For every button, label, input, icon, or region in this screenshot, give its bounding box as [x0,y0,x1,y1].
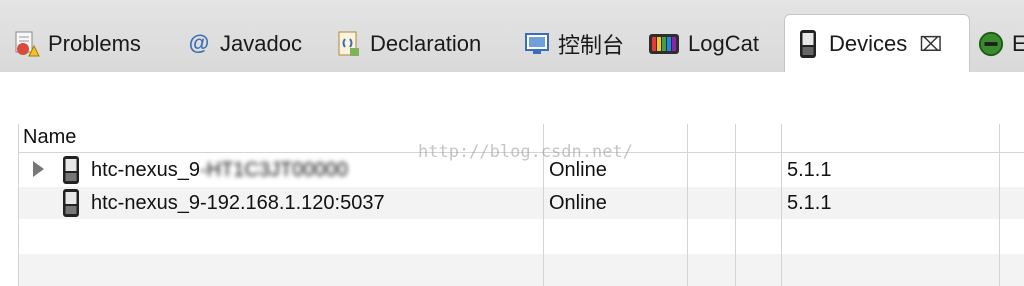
tab-label: 控制台 [558,33,625,58]
at-icon: @ [188,32,210,55]
logcat-icon [648,30,680,58]
device-name: htc-nexus_9-192.168.1.120:5037 [91,192,385,214]
view-tab-bar: Problems @ Javadoc Declaration 控制台 LogCa… [0,0,1024,73]
tab-devices[interactable]: Devices ⌧ [784,14,970,72]
column-divider[interactable] [687,124,688,286]
problems-icon [14,30,40,58]
tab-label: LogCat [688,31,759,56]
table-header: Name [19,124,1024,153]
device-version: 5.1.1 [787,159,832,181]
empty-row [19,254,1024,286]
emulator-icon [978,30,1004,58]
tab-problems[interactable]: Problems [14,24,141,64]
tab-label: Declaration [370,31,482,56]
device-name: htc-nexus_9-HT1C3JT00000 [91,159,348,181]
device-status: Online [549,159,607,181]
empty-row [19,220,1024,254]
column-header-name[interactable]: Name [23,126,76,149]
device-status: Online [549,192,607,214]
tab-logcat[interactable]: LogCat [648,24,759,64]
column-divider[interactable] [999,124,1000,286]
devices-table: Name htc-nexus_9-HT1C3JT00000 Online 5.1… [18,124,1024,286]
table-row[interactable]: htc-nexus_9-HT1C3JT00000 Online 5.1.1 [19,154,1024,186]
declaration-icon [336,30,362,58]
tab-javadoc[interactable]: @ Javadoc [186,24,302,64]
tab-label: Problems [48,31,141,56]
redacted-serial: -HT1C3JT00000 [199,159,348,181]
tab-console[interactable]: 控制台 [524,24,624,64]
phone-icon [795,29,821,58]
table-row[interactable]: htc-nexus_9-192.168.1.120:5037 Online 5.… [19,187,1024,219]
column-divider[interactable] [543,124,544,286]
phone-icon [63,156,79,184]
tab-label: Javadoc [220,31,302,56]
tab-emulator-control[interactable]: E [978,24,1024,64]
device-version: 5.1.1 [787,192,832,214]
phone-icon [63,189,79,217]
column-divider[interactable] [781,124,782,286]
close-icon[interactable]: ⌧ [919,32,942,56]
expand-arrow-icon[interactable] [33,161,44,177]
tab-declaration[interactable]: Declaration [336,24,481,64]
tab-label: Devices [829,30,908,56]
devices-view-window: Problems @ Javadoc Declaration 控制台 LogCa… [0,0,1024,286]
console-icon [524,30,550,58]
tab-label: E [1012,31,1024,56]
column-divider[interactable] [735,124,736,286]
devices-panel: Name htc-nexus_9-HT1C3JT00000 Online 5.1… [0,72,1024,286]
